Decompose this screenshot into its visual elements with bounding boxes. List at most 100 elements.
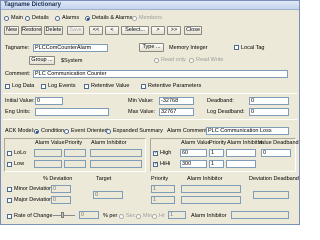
hihi-value-input[interactable]: 300 xyxy=(180,160,207,168)
tagname-input[interactable]: PLCComCounterAlarm xyxy=(33,44,108,52)
first-button[interactable]: << xyxy=(89,26,103,35)
roc-slider-thumb[interactable] xyxy=(61,212,64,218)
min-value-label: Min Value: xyxy=(128,98,154,104)
roc-slider-track[interactable] xyxy=(53,215,75,216)
log-events-checkbox[interactable] xyxy=(41,84,46,89)
minor-priority-input[interactable]: 1 xyxy=(151,185,175,193)
read-write-radio[interactable] xyxy=(189,58,194,63)
roc-sec-label: Sec xyxy=(126,213,136,219)
low-value-input[interactable] xyxy=(34,160,62,168)
high-priority-input[interactable]: 1 xyxy=(209,149,224,157)
major-priority-input[interactable]: 1 xyxy=(151,196,175,204)
initial-value-input[interactable]: 0 xyxy=(35,97,63,105)
radio-details[interactable] xyxy=(25,16,30,21)
max-value-label: Max Value: xyxy=(128,109,156,115)
high-value-input[interactable]: 60 xyxy=(180,149,207,157)
pct-deviation-header: % Deviation xyxy=(43,176,73,182)
radio-alarms[interactable] xyxy=(55,16,60,21)
comment-label: Comment: xyxy=(5,71,31,77)
read-only-label: Read only xyxy=(161,57,186,63)
radio-main[interactable] xyxy=(4,16,9,21)
low-priority-input[interactable] xyxy=(64,160,86,168)
eng-units-label: Eng Units: xyxy=(5,109,31,115)
window-title: Tagname Dictionary xyxy=(1,1,299,10)
rate-of-change-checkbox[interactable] xyxy=(7,214,12,219)
ack-condition-radio[interactable] xyxy=(34,129,39,134)
major-deviation-label: Major Deviation xyxy=(14,197,53,203)
tagname-label: Tagname: xyxy=(5,45,30,51)
max-value-input[interactable]: 32767 xyxy=(159,108,194,116)
deadband-input[interactable]: 0 xyxy=(249,97,289,105)
major-deviation-checkbox[interactable] xyxy=(7,198,12,203)
value-deadband-input[interactable]: 0 xyxy=(261,149,291,157)
major-alarm-inhibitor-input[interactable] xyxy=(181,196,241,204)
group-button[interactable]: Group ... xyxy=(29,56,55,65)
roc-hr-radio[interactable] xyxy=(152,214,157,219)
select-button[interactable]: Select... xyxy=(121,26,149,35)
log-data-checkbox[interactable] xyxy=(5,84,10,89)
min-value-input[interactable]: -32768 xyxy=(159,97,194,105)
ack-expanded-summary-label: Expanded Summary xyxy=(113,128,163,134)
lolo-priority-input[interactable] xyxy=(64,149,86,157)
radio-alarms-label: Alarms xyxy=(62,15,80,21)
rate-of-change-label: Rate of Change xyxy=(14,213,53,219)
radio-details-alarms[interactable] xyxy=(85,16,90,21)
roc-pct-per-label: % per xyxy=(103,213,118,219)
hihi-label: HiHi xyxy=(160,161,171,167)
alarm-comment-input[interactable]: PLC Communication Loss xyxy=(206,127,289,135)
comment-input[interactable]: PLC Communication Counter xyxy=(33,70,288,78)
hihi-checkbox[interactable] xyxy=(153,161,158,167)
high-alarm-inhibitor-input[interactable] xyxy=(226,149,256,157)
deadband-label: Deadband: xyxy=(207,98,234,104)
radio-members-label: Members xyxy=(139,15,162,21)
hihi-alarm-inhibitor-input[interactable] xyxy=(226,160,256,168)
log-deadband-input[interactable]: 0 xyxy=(249,108,289,116)
local-tag-checkbox[interactable] xyxy=(234,45,239,50)
high-checkbox[interactable] xyxy=(153,150,158,156)
radio-members[interactable] xyxy=(132,16,137,21)
lolo-checkbox[interactable] xyxy=(7,151,12,156)
retentive-parameters-checkbox[interactable] xyxy=(141,84,146,89)
lolo-value-input[interactable] xyxy=(34,149,62,157)
minor-alarm-inhibitor-input[interactable] xyxy=(181,185,241,193)
read-only-radio[interactable] xyxy=(154,58,159,63)
tagname-dictionary-window: Tagname Dictionary Main Details Alarms D… xyxy=(0,0,300,225)
deviation-deadband-input[interactable] xyxy=(253,191,289,199)
ack-event-oriented-radio[interactable] xyxy=(64,129,69,134)
divider xyxy=(3,119,297,120)
restore-button[interactable]: Restore xyxy=(21,26,42,35)
roc-value-input[interactable]: 0 xyxy=(79,211,99,219)
close-button[interactable]: Close xyxy=(184,26,202,35)
ack-model-label: ACK Model: xyxy=(5,128,35,134)
lolo-alarm-inhibitor-input[interactable] xyxy=(90,149,142,157)
read-write-label: Read Write xyxy=(196,57,224,63)
radio-details-label: Details xyxy=(32,15,49,21)
roc-alarm-inhibitor-input[interactable] xyxy=(231,211,289,219)
new-button[interactable]: New xyxy=(4,26,19,35)
low-alarm-inhibitor-input[interactable] xyxy=(90,160,142,168)
last-button[interactable]: >> xyxy=(167,26,181,35)
ack-expanded-summary-radio[interactable] xyxy=(106,129,111,134)
roc-min-radio[interactable] xyxy=(136,214,141,219)
next-button[interactable]: > xyxy=(151,26,165,35)
retentive-parameters-label: Retentive Parameters xyxy=(148,83,202,89)
low-checkbox[interactable] xyxy=(7,162,12,167)
type-button[interactable]: Type ... xyxy=(139,43,164,52)
eng-units-input[interactable] xyxy=(35,108,109,116)
roc-sec-radio[interactable] xyxy=(119,214,124,219)
hi-priority-header: Priority xyxy=(209,140,227,146)
minor-deviation-checkbox[interactable] xyxy=(7,187,12,192)
lo-priority-header: Priority xyxy=(65,140,83,146)
save-button[interactable]: Save xyxy=(67,26,84,35)
lo-alarm-value-header: Alarm Value xyxy=(35,140,65,146)
target-input[interactable]: 0 xyxy=(93,191,123,199)
roc-priority-input[interactable]: 1 xyxy=(168,211,186,219)
deviation-priority-header: Priority xyxy=(151,176,169,182)
major-deviation-input[interactable]: 0 xyxy=(51,196,71,204)
high-label: High xyxy=(160,150,172,156)
hihi-priority-input[interactable]: 1 xyxy=(209,160,224,168)
minor-deviation-input[interactable]: 0 xyxy=(51,185,71,193)
prev-page-button[interactable]: < xyxy=(105,26,119,35)
retentive-value-checkbox[interactable] xyxy=(84,84,89,89)
delete-button[interactable]: Delete xyxy=(44,26,63,35)
